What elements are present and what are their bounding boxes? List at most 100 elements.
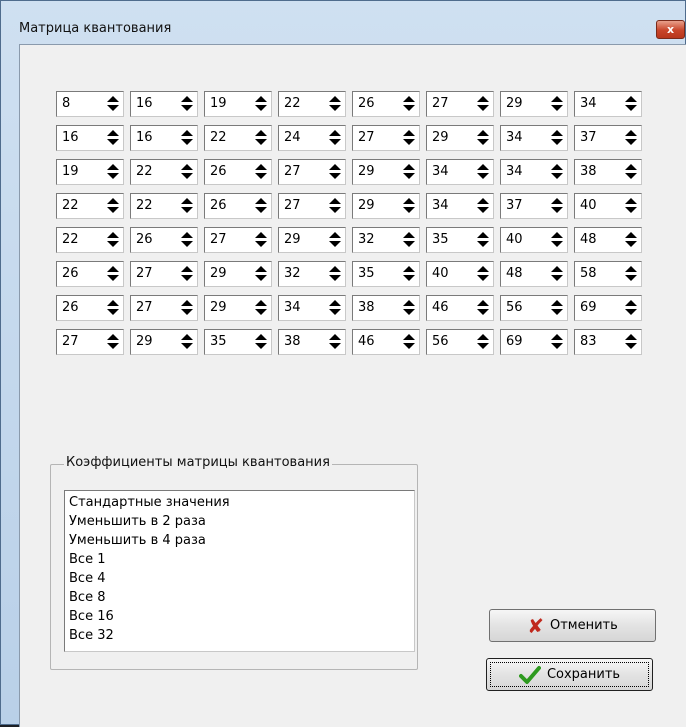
spin-up-icon[interactable] <box>625 96 637 102</box>
spin-up-icon[interactable] <box>255 300 267 306</box>
matrix-spinner[interactable]: 26 <box>56 295 124 321</box>
spin-buttons[interactable] <box>107 95 119 113</box>
matrix-spinner[interactable]: 26 <box>352 91 420 117</box>
spin-down-icon[interactable] <box>329 309 341 315</box>
matrix-value[interactable]: 27 <box>358 130 375 146</box>
spin-buttons[interactable] <box>181 129 193 147</box>
spin-buttons[interactable] <box>477 231 489 249</box>
spin-down-icon[interactable] <box>625 207 637 213</box>
matrix-spinner[interactable]: 32 <box>278 261 346 287</box>
spin-up-icon[interactable] <box>329 300 341 306</box>
matrix-value[interactable]: 29 <box>210 266 227 282</box>
matrix-spinner[interactable]: 16 <box>56 125 124 151</box>
spin-up-icon[interactable] <box>625 300 637 306</box>
matrix-spinner[interactable]: 27 <box>56 329 124 355</box>
spin-up-icon[interactable] <box>255 130 267 136</box>
spin-down-icon[interactable] <box>551 105 563 111</box>
matrix-spinner[interactable]: 34 <box>500 125 568 151</box>
spin-buttons[interactable] <box>255 197 267 215</box>
matrix-spinner[interactable]: 22 <box>204 125 272 151</box>
spin-buttons[interactable] <box>403 231 415 249</box>
matrix-spinner[interactable]: 27 <box>130 261 198 287</box>
spin-buttons[interactable] <box>107 197 119 215</box>
spin-up-icon[interactable] <box>403 164 415 170</box>
matrix-value[interactable]: 26 <box>210 164 227 180</box>
matrix-spinner[interactable]: 46 <box>426 295 494 321</box>
matrix-spinner[interactable]: 38 <box>574 159 642 185</box>
spin-buttons[interactable] <box>403 333 415 351</box>
spin-up-icon[interactable] <box>181 96 193 102</box>
spin-buttons[interactable] <box>255 163 267 181</box>
matrix-spinner[interactable]: 22 <box>130 159 198 185</box>
list-item[interactable]: Уменьшить в 2 раза <box>69 512 410 531</box>
spin-down-icon[interactable] <box>477 173 489 179</box>
spin-up-icon[interactable] <box>551 164 563 170</box>
matrix-value[interactable]: 37 <box>506 198 523 214</box>
matrix-spinner[interactable]: 83 <box>574 329 642 355</box>
matrix-value[interactable]: 26 <box>62 266 79 282</box>
spin-down-icon[interactable] <box>329 105 341 111</box>
spin-buttons[interactable] <box>329 95 341 113</box>
spin-down-icon[interactable] <box>107 173 119 179</box>
spin-up-icon[interactable] <box>181 334 193 340</box>
spin-up-icon[interactable] <box>107 266 119 272</box>
matrix-value[interactable]: 26 <box>62 300 79 316</box>
save-button[interactable]: Сохранить <box>486 658 653 691</box>
spin-buttons[interactable] <box>181 265 193 283</box>
spin-down-icon[interactable] <box>255 241 267 247</box>
matrix-value[interactable]: 8 <box>62 96 70 112</box>
matrix-value[interactable]: 32 <box>284 266 301 282</box>
spin-down-icon[interactable] <box>181 105 193 111</box>
spin-up-icon[interactable] <box>107 232 119 238</box>
spin-buttons[interactable] <box>551 333 563 351</box>
spin-down-icon[interactable] <box>329 139 341 145</box>
matrix-spinner[interactable]: 27 <box>426 91 494 117</box>
spin-up-icon[interactable] <box>477 130 489 136</box>
spin-buttons[interactable] <box>107 231 119 249</box>
matrix-spinner[interactable]: 40 <box>500 227 568 253</box>
matrix-spinner[interactable]: 34 <box>278 295 346 321</box>
spin-down-icon[interactable] <box>625 309 637 315</box>
cancel-button[interactable]: ✘ Отменить <box>489 609 656 642</box>
matrix-spinner[interactable]: 29 <box>130 329 198 355</box>
spin-buttons[interactable] <box>625 129 637 147</box>
matrix-spinner[interactable]: 29 <box>352 193 420 219</box>
matrix-value[interactable]: 46 <box>432 300 449 316</box>
spin-down-icon[interactable] <box>625 173 637 179</box>
matrix-value[interactable]: 27 <box>210 232 227 248</box>
matrix-value[interactable]: 16 <box>62 130 79 146</box>
spin-down-icon[interactable] <box>107 241 119 247</box>
matrix-value[interactable]: 22 <box>136 198 153 214</box>
matrix-spinner[interactable]: 26 <box>204 193 272 219</box>
spin-down-icon[interactable] <box>107 207 119 213</box>
spin-up-icon[interactable] <box>551 232 563 238</box>
spin-buttons[interactable] <box>403 299 415 317</box>
matrix-spinner[interactable]: 34 <box>574 91 642 117</box>
matrix-value[interactable]: 26 <box>136 232 153 248</box>
spin-buttons[interactable] <box>477 197 489 215</box>
spin-buttons[interactable] <box>255 129 267 147</box>
spin-buttons[interactable] <box>477 129 489 147</box>
matrix-spinner[interactable]: 35 <box>352 261 420 287</box>
spin-down-icon[interactable] <box>181 207 193 213</box>
spin-down-icon[interactable] <box>181 309 193 315</box>
matrix-spinner[interactable]: 48 <box>574 227 642 253</box>
spin-down-icon[interactable] <box>329 207 341 213</box>
spin-up-icon[interactable] <box>403 198 415 204</box>
spin-up-icon[interactable] <box>181 300 193 306</box>
matrix-value[interactable]: 38 <box>358 300 375 316</box>
spin-buttons[interactable] <box>181 299 193 317</box>
spin-buttons[interactable] <box>255 231 267 249</box>
spin-up-icon[interactable] <box>477 96 489 102</box>
matrix-value[interactable]: 69 <box>580 300 597 316</box>
spin-buttons[interactable] <box>329 197 341 215</box>
spin-buttons[interactable] <box>551 265 563 283</box>
spin-down-icon[interactable] <box>625 139 637 145</box>
matrix-spinner[interactable]: 27 <box>278 159 346 185</box>
spin-down-icon[interactable] <box>329 343 341 349</box>
spin-down-icon[interactable] <box>551 275 563 281</box>
matrix-value[interactable]: 29 <box>432 130 449 146</box>
matrix-value[interactable]: 56 <box>506 300 523 316</box>
matrix-value[interactable]: 34 <box>284 300 301 316</box>
spin-up-icon[interactable] <box>403 300 415 306</box>
